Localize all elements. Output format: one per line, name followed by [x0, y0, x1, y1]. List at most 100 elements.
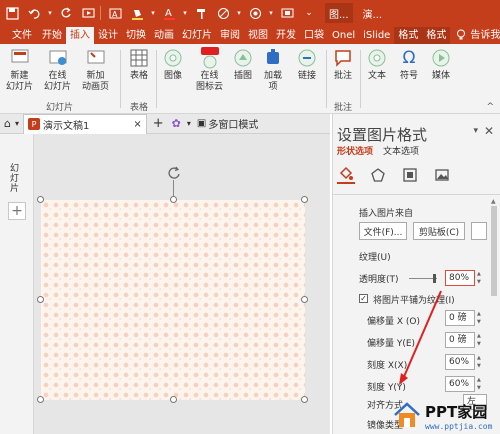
offset-y-input[interactable]: 0 磅	[445, 332, 475, 348]
collapse-ribbon-icon[interactable]: ^	[486, 102, 494, 112]
file-button[interactable]: 文件(F)...	[359, 222, 407, 240]
dropdown-arrow-icon[interactable]: ▾	[181, 3, 189, 23]
tell-me-search[interactable]: 告诉我...	[466, 27, 500, 44]
tab-slideshow[interactable]: 幻灯片	[178, 27, 216, 44]
tab-shape-options[interactable]: 形状选项	[337, 144, 373, 157]
effects-pentagon-icon[interactable]	[369, 166, 387, 184]
resize-handle[interactable]	[37, 196, 44, 203]
multi-window-icon: ▣	[196, 118, 207, 129]
scrollbar-thumb[interactable]	[491, 206, 497, 296]
offset-x-spinner[interactable]: ▲ ▼	[477, 310, 485, 326]
image-button[interactable]: 图像	[162, 47, 184, 82]
add-tab-icon[interactable]: +	[153, 116, 164, 131]
tab-view[interactable]: 视图	[244, 27, 272, 44]
chevron-down-icon[interactable]: ▾	[15, 119, 19, 128]
picture-icon[interactable]	[433, 166, 451, 184]
media-icon	[430, 47, 452, 69]
resize-handle[interactable]	[170, 196, 177, 203]
link-button[interactable]: 链接	[296, 47, 318, 82]
size-properties-icon[interactable]	[401, 166, 419, 184]
close-icon[interactable]: ×	[133, 119, 141, 130]
new-anim-page-button[interactable]: 新加 动画页	[82, 47, 109, 93]
customize-toolbar-icon[interactable]: ⌄	[299, 3, 319, 23]
tab-transitions[interactable]: 切换	[122, 27, 150, 44]
tab-developer[interactable]: 开发	[272, 27, 300, 44]
tile-checkbox[interactable]: ✓	[359, 294, 368, 303]
scale-y-spinner[interactable]: ▲ ▼	[477, 376, 485, 392]
gear-icon[interactable]: ✿	[172, 117, 181, 130]
online-slide-button[interactable]: 在线 幻灯片	[44, 47, 71, 93]
font-color-icon[interactable]: A	[159, 3, 179, 23]
tab-onekey[interactable]: Onel	[328, 27, 359, 44]
offset-y-spinner[interactable]: ▲ ▼	[477, 332, 485, 348]
addins-button[interactable]: 加载 项	[262, 47, 284, 93]
format-painter-icon[interactable]	[191, 3, 211, 23]
tab-pocket[interactable]: 口袋	[300, 27, 328, 44]
transparency-input[interactable]: 80%	[445, 270, 475, 286]
slides-label: 幻灯片	[10, 164, 20, 194]
resize-handle[interactable]	[37, 396, 44, 403]
ribbon-separator	[326, 50, 327, 108]
start-slideshow-icon[interactable]	[78, 3, 98, 23]
repeat-icon[interactable]	[56, 3, 76, 23]
scroll-up-arrow[interactable]: ▲	[491, 198, 496, 205]
shape-icon[interactable]	[213, 3, 233, 23]
illustrations-button[interactable]: 插图	[232, 47, 254, 82]
symbol-button[interactable]: Ω 符号	[398, 47, 420, 82]
resize-handle[interactable]	[301, 396, 308, 403]
media-button[interactable]: 媒体	[430, 47, 452, 82]
dropdown-arrow-icon[interactable]: ▾	[267, 3, 275, 23]
text-box-icon[interactable]: A	[105, 3, 125, 23]
clipboard-button[interactable]: 剪贴板(C)	[413, 222, 465, 240]
tab-home[interactable]: 开始	[38, 27, 66, 44]
online-button[interactable]	[471, 222, 487, 240]
scale-x-input[interactable]: 60%	[445, 354, 475, 370]
home-icon[interactable]: ⌂	[4, 117, 11, 130]
fill-color-icon[interactable]	[127, 3, 147, 23]
transparency-slider-knob[interactable]	[433, 274, 436, 283]
tab-file[interactable]: 文件	[6, 27, 38, 44]
close-icon[interactable]: ✕	[484, 124, 494, 138]
new-slide-button[interactable]: 新建 幻灯片	[6, 47, 33, 93]
scale-y-input[interactable]: 60%	[445, 376, 475, 392]
dropdown-arrow-icon[interactable]: ▾	[46, 3, 54, 23]
doc-tab-presentation1[interactable]: P 演示文稿1 ×	[23, 113, 147, 134]
offset-x-input[interactable]: 0 磅	[445, 310, 475, 326]
chevron-down-icon[interactable]: ▾	[473, 126, 478, 136]
online-icon-cloud-button[interactable]: 在线 图标云	[196, 47, 223, 93]
context-tab-picture-tools[interactable]: 图...	[325, 3, 353, 23]
screenshot-icon[interactable]	[277, 3, 297, 23]
resize-handle[interactable]	[301, 296, 308, 303]
slide[interactable]	[41, 200, 305, 400]
tab-design[interactable]: 设计	[94, 27, 122, 44]
rotate-handle-icon[interactable]	[167, 166, 181, 180]
scale-x-spinner[interactable]: ▲ ▼	[477, 354, 485, 370]
table-button[interactable]: 表格	[128, 47, 150, 82]
dropdown-arrow-icon[interactable]: ▾	[149, 3, 157, 23]
svg-text:A: A	[112, 10, 118, 19]
tab-islide[interactable]: iSlide	[359, 27, 394, 44]
resize-handle[interactable]	[301, 196, 308, 203]
resize-handle[interactable]	[170, 396, 177, 403]
fill-line-icon[interactable]	[337, 166, 355, 184]
tab-animations[interactable]: 动画	[150, 27, 178, 44]
undo-icon[interactable]	[24, 3, 44, 23]
tab-format-drawing[interactable]: 格式	[422, 27, 451, 44]
watermark-main: PPT家园	[425, 403, 488, 421]
add-slide-button[interactable]: +	[8, 202, 26, 220]
tab-review[interactable]: 审阅	[216, 27, 244, 44]
comment-button[interactable]: 批注	[332, 47, 354, 82]
tab-format-picture[interactable]: 格式	[394, 27, 423, 44]
save-icon[interactable]	[2, 3, 22, 23]
transparency-spinner[interactable]: ▲ ▼	[477, 270, 485, 286]
resize-handle[interactable]	[37, 296, 44, 303]
dropdown-arrow-icon[interactable]: ▾	[235, 3, 243, 23]
multi-window-label[interactable]: 多窗口模式	[208, 116, 258, 131]
context-tab-presentation[interactable]: 演...	[359, 3, 387, 23]
online-slide-label: 在线 幻灯片	[44, 71, 72, 92]
chevron-down-icon[interactable]: ▾	[187, 119, 191, 128]
tab-insert[interactable]: 插入	[66, 27, 94, 44]
record-icon[interactable]	[245, 3, 265, 23]
text-button[interactable]: 文本	[366, 47, 388, 82]
tab-text-options[interactable]: 文本选项	[383, 144, 419, 157]
